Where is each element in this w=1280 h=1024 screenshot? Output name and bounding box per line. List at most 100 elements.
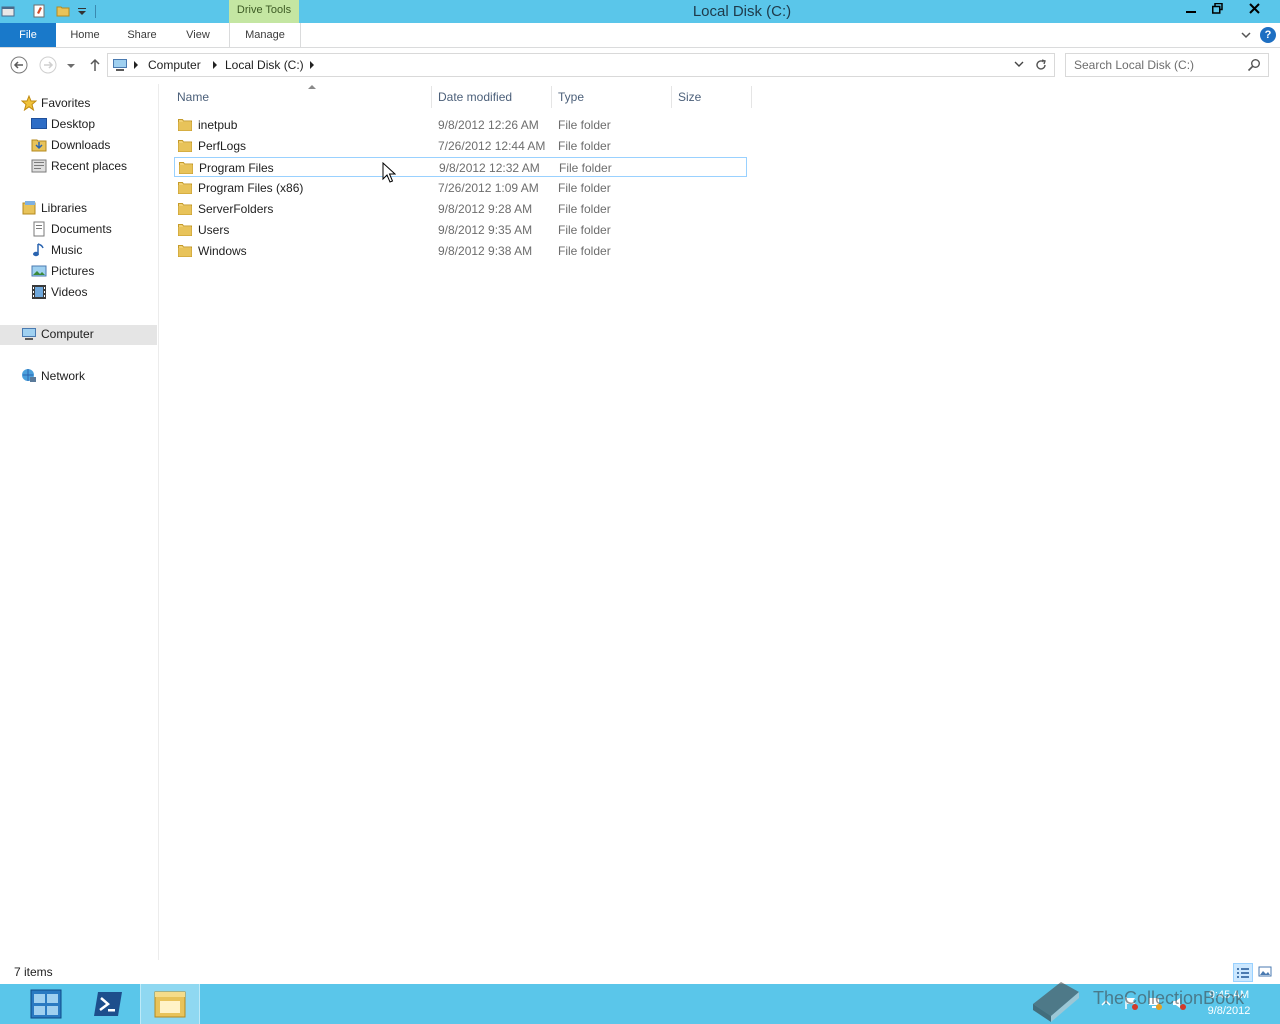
- search-box[interactable]: [1065, 53, 1269, 77]
- restore-icon: [1212, 2, 1223, 14]
- refresh-icon[interactable]: [1034, 58, 1048, 72]
- toolbar-divider: [95, 5, 96, 18]
- file-row-inetpub[interactable]: inetpub 9/8/2012 12:26 AM File folder: [174, 115, 747, 135]
- file-name: inetpub: [198, 118, 238, 132]
- file-date-modified: 9/8/2012 12:32 AM: [439, 161, 540, 175]
- breadcrumb-computer[interactable]: Computer: [148, 54, 201, 76]
- nav-item-label: Desktop: [51, 117, 96, 131]
- show-hidden-icons-chevron-icon[interactable]: [1101, 998, 1111, 1008]
- nav-item-label: Recent places: [51, 159, 128, 173]
- folder-icon: [178, 224, 192, 236]
- nav-item-label: Music: [51, 243, 83, 257]
- file-type: File folder: [558, 139, 611, 153]
- volume-muted-icon[interactable]: [1172, 996, 1186, 1010]
- address-history-chevron-icon[interactable]: [1014, 61, 1024, 69]
- large-icons-view-button[interactable]: [1256, 963, 1276, 982]
- expand-ribbon-chevron-icon[interactable]: [1238, 27, 1254, 43]
- tab-file[interactable]: File: [0, 23, 56, 47]
- column-header-type[interactable]: Type: [552, 86, 672, 108]
- file-explorer-icon: [154, 991, 186, 1018]
- search-input[interactable]: [1066, 54, 1249, 76]
- taskbar-start-button[interactable]: [18, 984, 74, 1024]
- breadcrumb-local-disk[interactable]: Local Disk (C:): [225, 54, 304, 76]
- file-name: ServerFolders: [198, 202, 274, 216]
- forward-arrow-icon[interactable]: [39, 56, 57, 74]
- tab-share[interactable]: Share: [114, 23, 170, 47]
- up-arrow-icon[interactable]: [86, 56, 104, 74]
- title-bar: Drive Tools Local Disk (C:): [0, 0, 1280, 23]
- file-type: File folder: [558, 118, 611, 132]
- sort-ascending-icon: [308, 85, 316, 89]
- back-arrow-icon[interactable]: [10, 56, 28, 74]
- column-header-size[interactable]: Size: [672, 86, 752, 108]
- tab-view[interactable]: View: [170, 23, 226, 47]
- folder-icon: [178, 245, 192, 257]
- minimize-button[interactable]: [1177, 0, 1204, 21]
- file-row-program-files[interactable]: Program Files 9/8/2012 12:32 AM File fol…: [174, 157, 747, 177]
- documents-icon: [33, 221, 45, 237]
- file-row-users[interactable]: Users 9/8/2012 9:35 AM File folder: [174, 220, 747, 240]
- breadcrumb-chevron-icon[interactable]: [134, 61, 138, 69]
- search-icon[interactable]: [1247, 58, 1261, 72]
- taskbar-powershell-button[interactable]: [80, 984, 136, 1024]
- file-name: PerfLogs: [198, 139, 247, 153]
- properties-icon[interactable]: [32, 4, 46, 18]
- file-date-modified: 9/8/2012 12:26 AM: [438, 118, 539, 132]
- file-type: File folder: [558, 244, 611, 258]
- file-row-perflogs[interactable]: PerfLogs 7/26/2012 12:44 AM File folder: [174, 136, 747, 156]
- details-view-button[interactable]: [1233, 963, 1253, 982]
- close-button[interactable]: [1231, 0, 1277, 21]
- network-status-icon[interactable]: [1148, 996, 1162, 1010]
- drive-tools-contextual-header: Drive Tools: [229, 0, 299, 23]
- nav-item-label: Pictures: [51, 264, 95, 278]
- nav-computer-label: Computer: [41, 327, 94, 341]
- address-bar[interactable]: Computer Local Disk (C:): [107, 53, 1055, 77]
- tab-manage[interactable]: Manage: [229, 23, 301, 48]
- taskbar-file-explorer-button[interactable]: [140, 984, 200, 1024]
- nav-libraries-label: Libraries: [41, 201, 88, 215]
- action-center-flag-icon[interactable]: [1124, 996, 1138, 1010]
- column-header-label: Size: [678, 90, 702, 104]
- file-date-modified: 9/8/2012 9:35 AM: [438, 223, 533, 237]
- column-header-label: Date modified: [438, 90, 513, 104]
- file-date-modified: 9/8/2012 9:28 AM: [438, 202, 533, 216]
- column-header-name[interactable]: Name: [171, 85, 432, 108]
- system-clock[interactable]: 9:45 AM 9/8/2012: [1198, 987, 1260, 1019]
- taskbar: 9:45 AM 9/8/2012: [0, 984, 1280, 1024]
- customize-toolbar-chevron-icon[interactable]: [75, 4, 89, 18]
- tab-home[interactable]: Home: [56, 23, 114, 47]
- file-row-serverfolders[interactable]: ServerFolders 9/8/2012 9:28 AM File fold…: [174, 199, 747, 219]
- restore-button[interactable]: [1204, 0, 1231, 21]
- column-header-label: Type: [558, 90, 585, 104]
- new-folder-icon[interactable]: [56, 4, 70, 18]
- window-title: Local Disk (C:): [692, 3, 792, 20]
- star-icon: [21, 95, 37, 111]
- help-icon[interactable]: ?: [1260, 27, 1276, 43]
- breadcrumb-chevron-icon[interactable]: [310, 61, 314, 69]
- folder-icon: [179, 162, 193, 174]
- mouse-pointer-icon: [382, 162, 396, 183]
- file-row-windows[interactable]: Windows 9/8/2012 9:38 AM File folder: [174, 241, 747, 261]
- breadcrumb-chevron-icon[interactable]: [213, 61, 217, 69]
- column-header-label: Name: [177, 90, 210, 104]
- file-row-program-files-x86[interactable]: Program Files (x86) 7/26/2012 1:09 AM Fi…: [174, 178, 747, 198]
- powershell-icon: [94, 992, 122, 1016]
- computer-icon: [22, 328, 36, 340]
- close-icon: [1248, 3, 1260, 14]
- column-header-date-modified[interactable]: Date modified: [432, 86, 552, 108]
- recent-locations-chevron-icon[interactable]: [65, 56, 77, 74]
- libraries-icon: [22, 201, 36, 215]
- nav-favorites-label: Favorites: [41, 96, 91, 110]
- network-icon: [22, 369, 36, 382]
- file-name: Windows: [198, 244, 247, 258]
- desktop-icon: [31, 118, 47, 129]
- folder-icon: [178, 182, 192, 194]
- ribbon-tab-bar: File Home Share View Manage ?: [0, 23, 1280, 48]
- explorer-window-icon[interactable]: [1, 4, 15, 18]
- nav-network-label: Network: [41, 369, 86, 383]
- large-icons-view-icon: [1258, 966, 1272, 977]
- item-count: 7 items: [14, 965, 53, 979]
- file-name: Program Files (x86): [198, 181, 304, 195]
- file-type: File folder: [558, 223, 611, 237]
- file-type: File folder: [559, 161, 612, 175]
